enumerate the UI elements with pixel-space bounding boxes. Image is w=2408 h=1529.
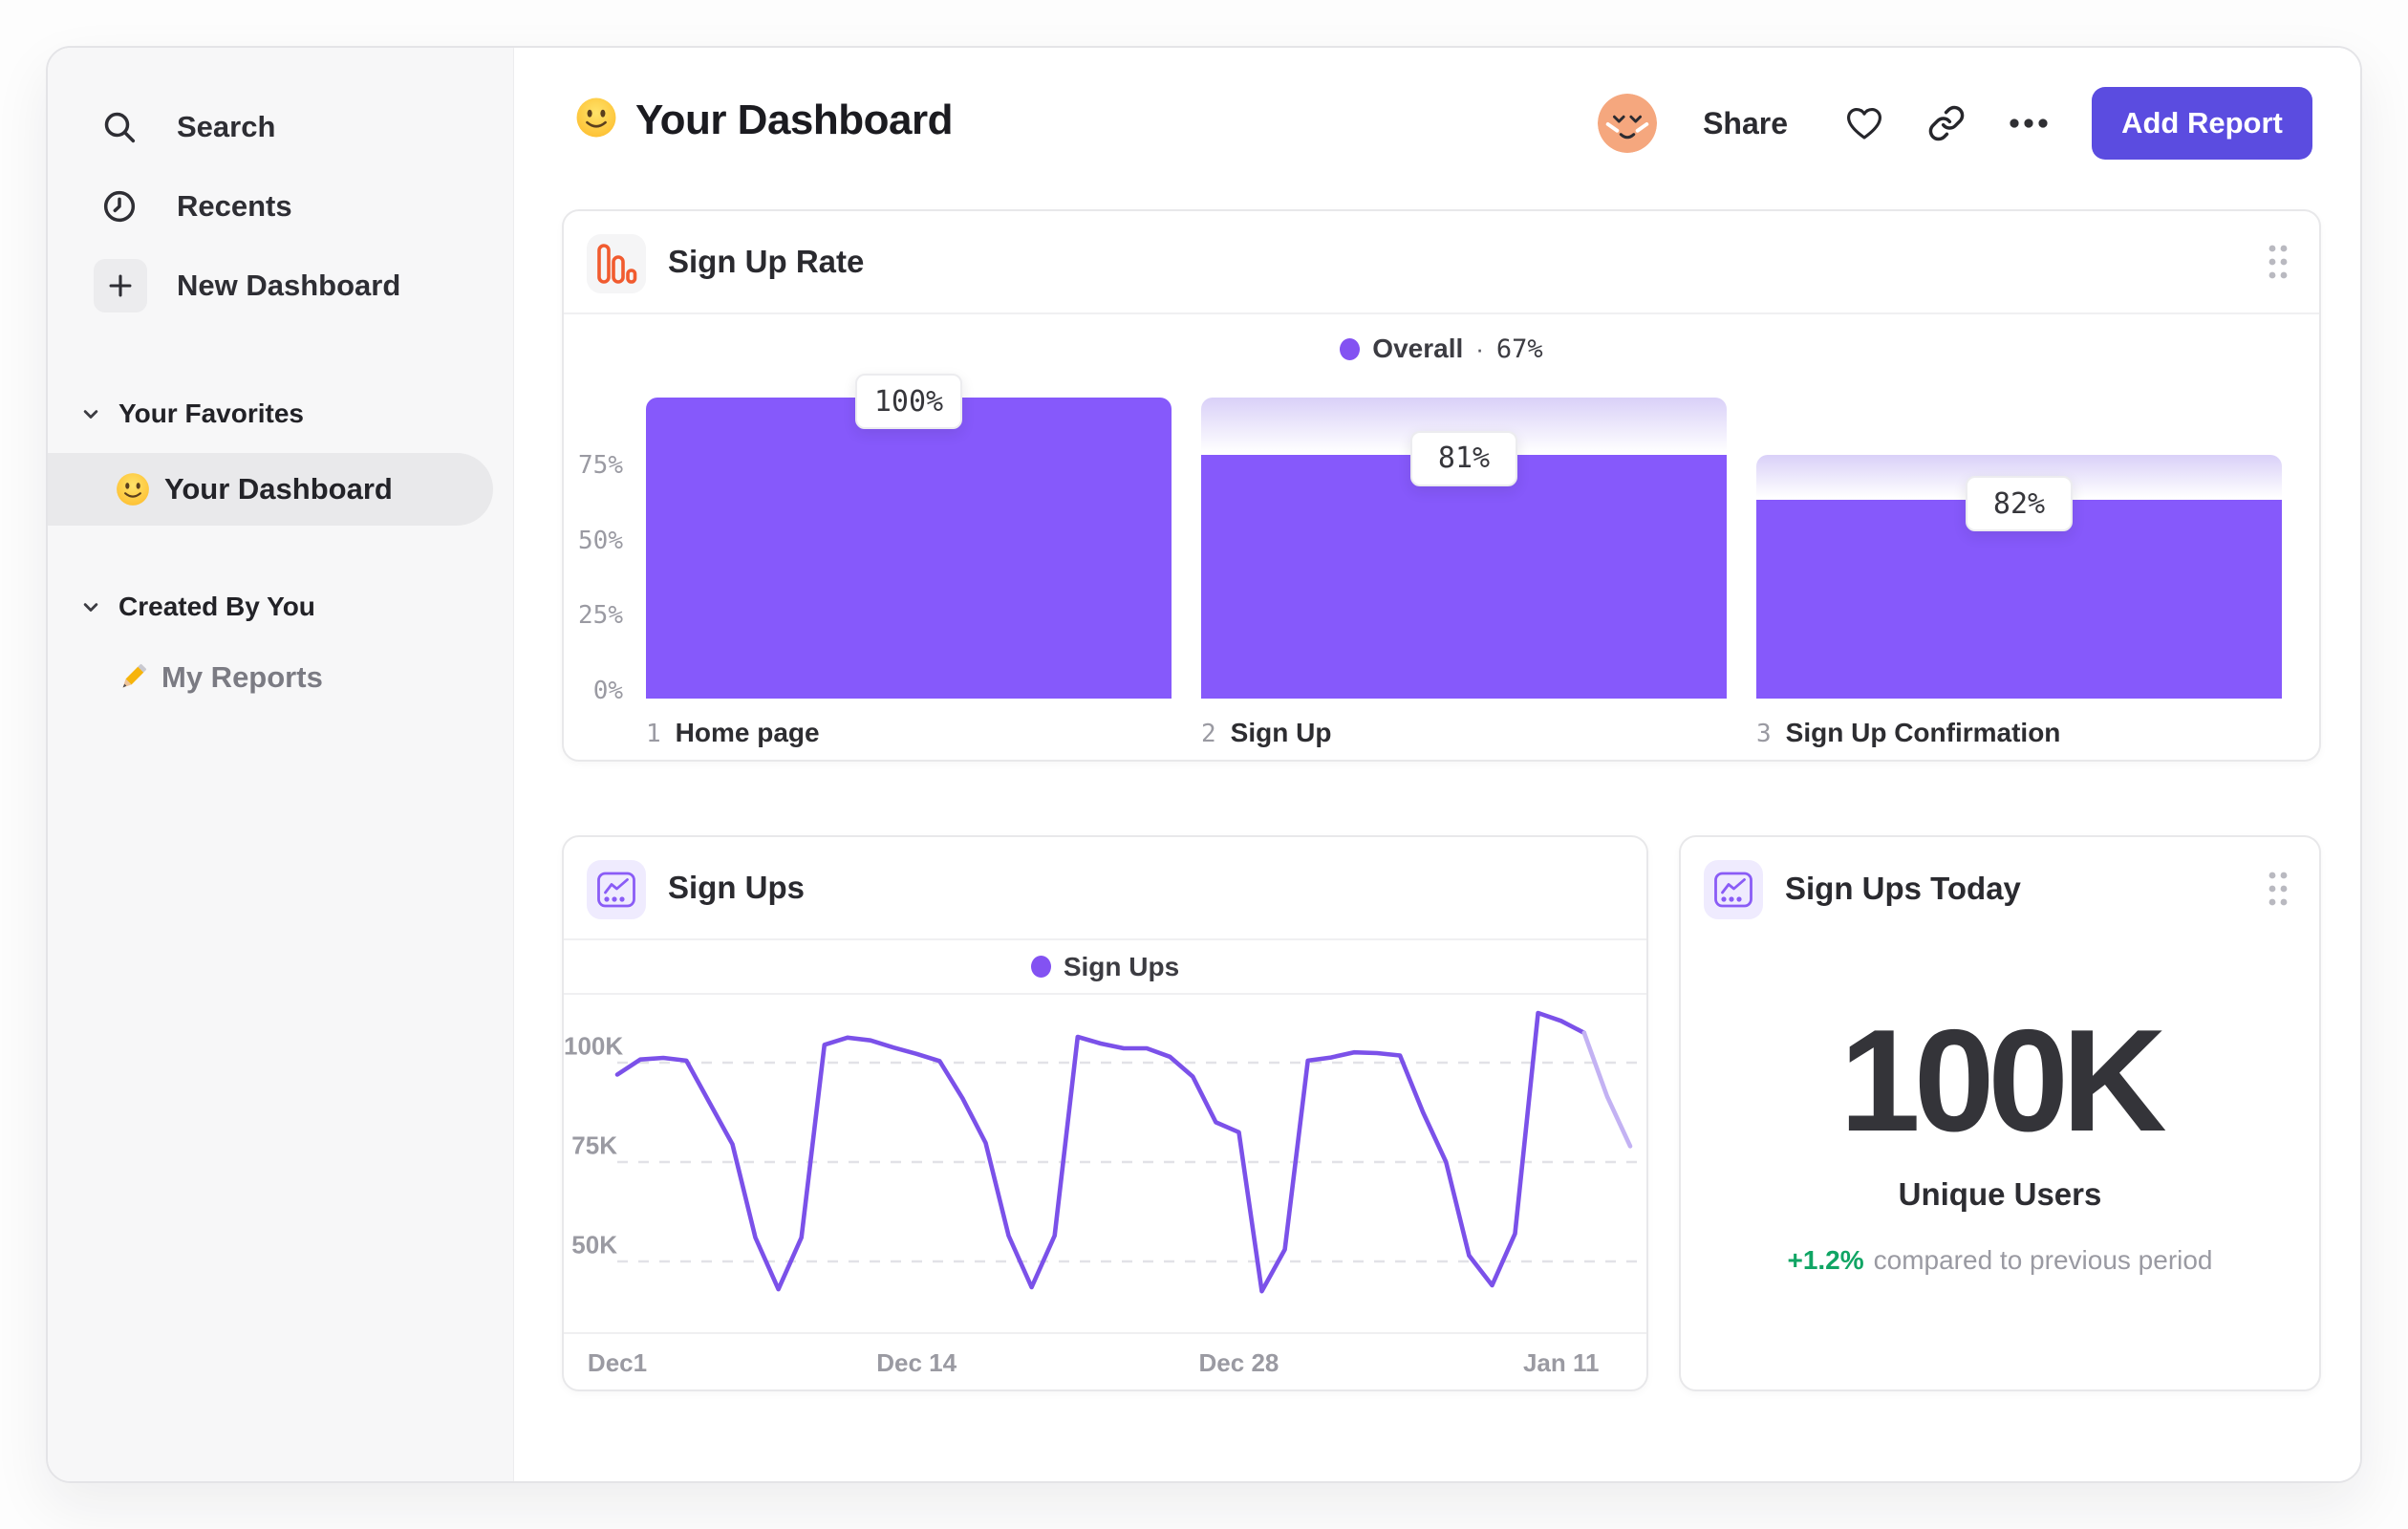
legend-label: Sign Ups bbox=[1063, 951, 1180, 981]
card-sign-ups-today: Sign Ups Today 100K Unique Users +1.2% co… bbox=[1679, 835, 2321, 1391]
add-report-button[interactable]: Add Report bbox=[2092, 87, 2312, 160]
chart-legend: Overall · 67% bbox=[564, 330, 2319, 368]
card-header: Sign Up Rate bbox=[564, 211, 2319, 314]
y-axis-tick: 0% bbox=[592, 677, 623, 705]
x-axis-tick: Jan 11 bbox=[1522, 1348, 1600, 1377]
x-axis-tick: Dec 28 bbox=[1198, 1348, 1279, 1377]
funnel-step-label: 1 Home page bbox=[646, 718, 820, 748]
metric-comparison: +1.2% compared to previous period bbox=[1681, 1245, 2319, 1276]
smiley-emoji-icon bbox=[115, 471, 151, 507]
funnel-step-label: 3 Sign Up Confirmation bbox=[1756, 718, 2061, 748]
more-options-icon[interactable] bbox=[2004, 98, 2053, 148]
share-button[interactable]: Share bbox=[1703, 106, 1788, 141]
main-content: Your Dashboard Share Add Report Sign Up … bbox=[514, 48, 2360, 1481]
card-sign-ups: Sign Ups Sign Ups 100K 75K 50K Dec1 Dec 14 De… bbox=[562, 835, 1648, 1391]
sidebar-item-my-reports[interactable]: My Reports bbox=[48, 649, 513, 706]
card-header: Sign Ups Today bbox=[1681, 837, 2319, 940]
y-axis-tick: 25% bbox=[578, 601, 623, 631]
plus-icon bbox=[94, 259, 147, 312]
legend-dot-icon bbox=[1340, 337, 1361, 360]
avatar[interactable] bbox=[1598, 94, 1658, 153]
metric-value: 100K bbox=[1839, 1000, 2166, 1162]
sidebar-item-new-dashboard[interactable]: New Dashboard bbox=[48, 245, 513, 327]
funnel-chart-icon bbox=[587, 234, 646, 293]
copy-link-icon[interactable] bbox=[1922, 98, 1971, 148]
sidebar-item-label: Recents bbox=[177, 189, 292, 223]
line-chart-svg bbox=[564, 1010, 1646, 1334]
legend-separator: · bbox=[1475, 334, 1484, 363]
y-axis-tick: 50% bbox=[578, 526, 623, 555]
section-created-by-you[interactable]: Created By You bbox=[48, 578, 513, 635]
favorite-heart-icon[interactable] bbox=[1839, 98, 1889, 148]
line-series bbox=[1581, 1030, 1633, 1149]
metric-delta: +1.2% bbox=[1787, 1245, 1864, 1275]
y-axis-tick: 75% bbox=[578, 450, 623, 480]
metric-body: 100K Unique Users +1.2% compared to previ… bbox=[1681, 940, 2319, 1389]
line-chart: 100K 75K 50K Dec1 Dec 14 Dec 28 Jan 11 bbox=[564, 997, 1646, 1389]
section-label: Created By You bbox=[118, 592, 315, 621]
x-axis-tick: Dec1 bbox=[587, 1348, 648, 1377]
drag-handle-icon[interactable] bbox=[2262, 866, 2294, 912]
chart-legend: Sign Ups bbox=[564, 940, 1646, 995]
legend-value: 67% bbox=[1495, 334, 1543, 364]
card-title: Sign Up Rate bbox=[668, 244, 865, 279]
search-icon bbox=[98, 106, 140, 148]
page-title-text: Your Dashboard bbox=[635, 96, 954, 143]
sidebar-item-your-dashboard[interactable]: Your Dashboard bbox=[48, 453, 493, 526]
legend-label: Overall bbox=[1372, 334, 1464, 363]
sidebar-item-label: My Reports bbox=[161, 660, 323, 694]
section-your-favorites[interactable]: Your Favorites bbox=[48, 385, 513, 442]
funnel-chart: Overall · 67% 75% 50% 25% 0% 100% 1 Home page 8… bbox=[564, 314, 2319, 760]
card-title: Sign Ups bbox=[668, 870, 806, 905]
line-series bbox=[614, 1010, 1587, 1294]
funnel-bar[interactable] bbox=[646, 398, 1172, 699]
chevron-down-icon bbox=[77, 593, 104, 620]
desktop: Search Recents New Dashboard Your Favori… bbox=[0, 0, 2408, 1529]
funnel-value-tooltip: 100% bbox=[855, 374, 962, 429]
header-actions: Share Add Report bbox=[1598, 87, 2312, 160]
section-label: Your Favorites bbox=[118, 398, 304, 428]
app-window: Search Recents New Dashboard Your Favori… bbox=[46, 46, 2362, 1483]
sidebar-item-label: New Dashboard bbox=[177, 269, 401, 302]
metric-compare-text: compared to previous period bbox=[1873, 1245, 2213, 1275]
line-chart-icon bbox=[587, 860, 646, 919]
sidebar-item-recents[interactable]: Recents bbox=[48, 165, 513, 248]
clock-icon bbox=[98, 185, 140, 227]
sidebar-item-label: Your Dashboard bbox=[164, 472, 393, 506]
x-axis-tick: Dec 14 bbox=[876, 1348, 957, 1377]
dashboard-emoji-icon bbox=[574, 96, 618, 144]
chevron-down-icon bbox=[77, 400, 104, 427]
drag-handle-icon[interactable] bbox=[2262, 239, 2294, 285]
main-header: Your Dashboard Share Add Report bbox=[514, 48, 2360, 201]
sidebar: Search Recents New Dashboard Your Favori… bbox=[48, 48, 514, 1481]
line-chart-icon bbox=[1704, 860, 1763, 919]
sidebar-item-search[interactable]: Search bbox=[48, 86, 513, 168]
metric-label: Unique Users bbox=[1898, 1176, 2102, 1212]
legend-dot-icon bbox=[1030, 956, 1051, 978]
funnel-bar[interactable] bbox=[1201, 454, 1727, 699]
pencil-emoji-icon bbox=[115, 659, 151, 696]
card-title: Sign Ups Today bbox=[1785, 871, 2021, 906]
card-header: Sign Ups bbox=[564, 837, 1646, 940]
page-title: Your Dashboard bbox=[574, 96, 954, 144]
sidebar-item-label: Search bbox=[177, 110, 276, 143]
funnel-value-tooltip: 82% bbox=[1966, 476, 2073, 532]
funnel-step-label: 2 Sign Up bbox=[1201, 718, 1332, 748]
funnel-value-tooltip: 81% bbox=[1410, 430, 1517, 486]
card-sign-up-rate: Sign Up Rate Overall · 67% 75% 50% 25% 0… bbox=[562, 209, 2321, 762]
